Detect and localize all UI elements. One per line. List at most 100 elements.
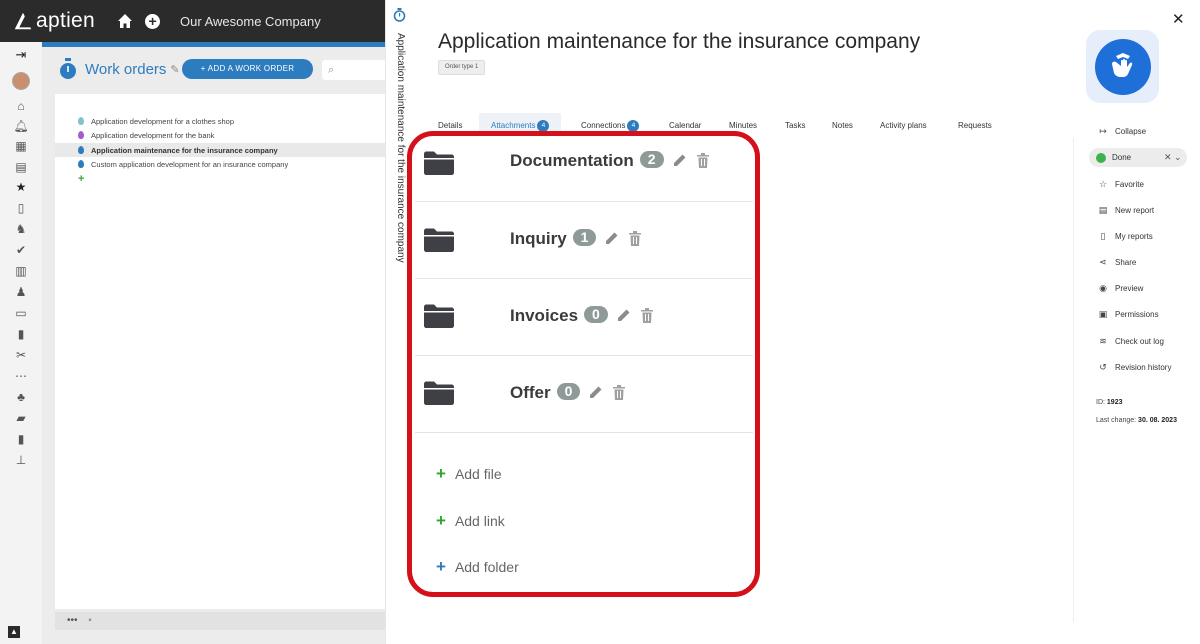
status-select[interactable]: Done ✕ ⌄ bbox=[1089, 148, 1187, 167]
edit-title-icon[interactable]: ✎ bbox=[170, 63, 179, 76]
sidebar-item-label: Preview bbox=[1115, 284, 1144, 293]
dots-grid-icon[interactable]: ⋯ bbox=[13, 369, 29, 383]
person-icon[interactable]: ♟ bbox=[13, 285, 29, 299]
folder-icon bbox=[424, 381, 454, 405]
clear-chevron-icon[interactable]: ✕ ⌄ bbox=[1164, 152, 1182, 163]
tab-label: Requests bbox=[958, 121, 992, 130]
favorite-button[interactable]: ☆ Favorite bbox=[1098, 179, 1144, 190]
workorders-title: Work orders bbox=[85, 60, 167, 78]
calendar-icon[interactable]: ▦ bbox=[13, 139, 29, 153]
workorder-app-icon bbox=[1086, 30, 1159, 103]
sidebar-item-label: New report bbox=[1115, 206, 1155, 215]
sidebar-item-label: Share bbox=[1115, 258, 1137, 267]
org-chart-icon[interactable]: ⊥ bbox=[13, 453, 29, 467]
delete-folder-icon[interactable] bbox=[640, 308, 653, 323]
folder-title: Documentation 2 bbox=[510, 151, 709, 171]
delete-folder-icon[interactable] bbox=[629, 231, 642, 246]
plus-icon: + bbox=[436, 557, 446, 576]
delete-folder-icon[interactable] bbox=[613, 385, 626, 400]
export-icon[interactable]: ▪ bbox=[88, 615, 92, 626]
folder-row[interactable]: Inquiry 1 bbox=[415, 202, 753, 279]
bell-icon[interactable]: 🔔︎ bbox=[13, 119, 29, 133]
workorders-header: Work orders ✎ bbox=[58, 58, 180, 80]
dog-icon[interactable]: ♞ bbox=[13, 222, 29, 236]
sidebar-item-label: Check out log bbox=[1115, 337, 1164, 346]
books-icon[interactable]: ▰ bbox=[13, 411, 29, 425]
tab-label: Tasks bbox=[785, 121, 806, 130]
list-item-label: Application maintenance for the insuranc… bbox=[91, 145, 278, 155]
collapse-button[interactable]: ↦ Collapse bbox=[1098, 126, 1146, 137]
id-value: 1923 bbox=[1106, 399, 1123, 406]
add-item-plus-icon[interactable]: + bbox=[78, 173, 84, 185]
new-report-button[interactable]: ▤ New report bbox=[1098, 205, 1154, 216]
page-title: Application maintenance for the insuranc… bbox=[438, 30, 921, 53]
folder-row[interactable]: Documentation 2 bbox=[415, 125, 753, 202]
logo-text: aptien bbox=[36, 9, 96, 32]
check-circle-icon[interactable]: ✔ bbox=[13, 243, 29, 257]
order-type-badge: Order type 1 bbox=[438, 60, 486, 75]
folder-name: Documentation bbox=[510, 151, 634, 170]
company-name[interactable]: Our Awesome Company bbox=[180, 14, 321, 29]
tools-icon[interactable]: ✂ bbox=[13, 348, 29, 362]
inbox-icon[interactable]: ▤ bbox=[13, 160, 29, 174]
edit-folder-icon[interactable] bbox=[673, 153, 687, 167]
report-icon[interactable]: ▥ bbox=[13, 264, 29, 278]
list-item[interactable]: Custom application development for an in… bbox=[55, 157, 385, 171]
folder-row[interactable]: Offer 0 bbox=[415, 356, 753, 433]
home-icon[interactable] bbox=[117, 13, 133, 29]
add-folder-label: Add folder bbox=[454, 559, 519, 575]
add-file-button[interactable]: + Add file bbox=[436, 465, 502, 482]
more-options-icon[interactable]: ••• bbox=[67, 615, 78, 626]
expand-nav-icon[interactable]: ⇥ bbox=[13, 47, 29, 62]
folder-count-badge: 2 bbox=[639, 151, 664, 168]
check-out-log-button[interactable]: ≋ Check out log bbox=[1098, 336, 1164, 347]
last-change: Last change: 30. 08. 2023 bbox=[1096, 417, 1177, 424]
add-folder-button[interactable]: + Add folder bbox=[436, 557, 519, 576]
drop-icon bbox=[78, 117, 84, 125]
aptien-logo[interactable]: aptien bbox=[12, 9, 95, 33]
handshake-icon bbox=[1111, 52, 1132, 77]
user-avatar[interactable] bbox=[12, 72, 30, 90]
clipboard-icon[interactable]: ▭ bbox=[13, 306, 29, 320]
star-icon[interactable]: ★ bbox=[13, 180, 29, 194]
list-item[interactable]: Application development for a clothes sh… bbox=[55, 114, 385, 128]
delete-folder-icon[interactable] bbox=[696, 153, 709, 168]
folder-row[interactable]: Invoices 0 bbox=[415, 279, 753, 356]
sidebar-item-label: Favorite bbox=[1115, 180, 1144, 189]
document-icon[interactable]: ▯ bbox=[13, 201, 29, 215]
folder-title: Invoices 0 bbox=[510, 306, 653, 326]
revision-history-button[interactable]: ↺ Revision history bbox=[1098, 362, 1171, 373]
close-icon[interactable]: ✕ bbox=[1172, 10, 1185, 28]
folder-title: Offer 0 bbox=[510, 383, 626, 403]
share-icon: ⋖ bbox=[1099, 257, 1107, 267]
add-file-label: Add file bbox=[454, 466, 502, 482]
tab-activity-plans[interactable]: Activity plans bbox=[880, 113, 927, 138]
library-icon[interactable]: ▮ bbox=[13, 327, 29, 341]
tab-requests[interactable]: Requests bbox=[958, 113, 992, 138]
edit-folder-icon[interactable] bbox=[617, 308, 631, 322]
edit-folder-icon[interactable] bbox=[589, 385, 603, 399]
search-input[interactable]: ⌕ bbox=[322, 60, 385, 80]
list-item-selected[interactable]: Application maintenance for the insuranc… bbox=[55, 143, 385, 157]
add-link-button[interactable]: + Add link bbox=[436, 512, 505, 529]
archive-icon[interactable]: ▮ bbox=[13, 432, 29, 446]
tab-label: Activity plans bbox=[880, 121, 927, 130]
add-link-label: Add link bbox=[454, 513, 505, 529]
id-label: ID: bbox=[1096, 399, 1105, 406]
edit-folder-icon[interactable] bbox=[605, 231, 619, 245]
my-reports-icon: ▯ bbox=[1100, 231, 1106, 241]
home-nav-icon[interactable]: ⌂ bbox=[13, 99, 29, 113]
tab-notes[interactable]: Notes bbox=[832, 113, 853, 138]
folder-count-badge: 1 bbox=[572, 229, 597, 246]
list-item[interactable]: Application development for the bank bbox=[55, 128, 385, 142]
my-reports-button[interactable]: ▯ My reports bbox=[1098, 231, 1153, 242]
tab-tasks[interactable]: Tasks bbox=[785, 113, 805, 138]
share-button[interactable]: ⋖ Share bbox=[1098, 257, 1136, 268]
corner-logo-icon: ▲ bbox=[8, 626, 20, 638]
folder-name: Inquiry bbox=[510, 229, 567, 248]
team-icon[interactable]: ♣ bbox=[13, 390, 29, 404]
add-new-icon[interactable]: + bbox=[145, 13, 161, 29]
permissions-button[interactable]: ▣ Permissions bbox=[1098, 309, 1159, 320]
add-work-order-button[interactable]: + ADD A WORK ORDER bbox=[182, 59, 313, 79]
preview-button[interactable]: ◉ Preview bbox=[1098, 283, 1143, 294]
